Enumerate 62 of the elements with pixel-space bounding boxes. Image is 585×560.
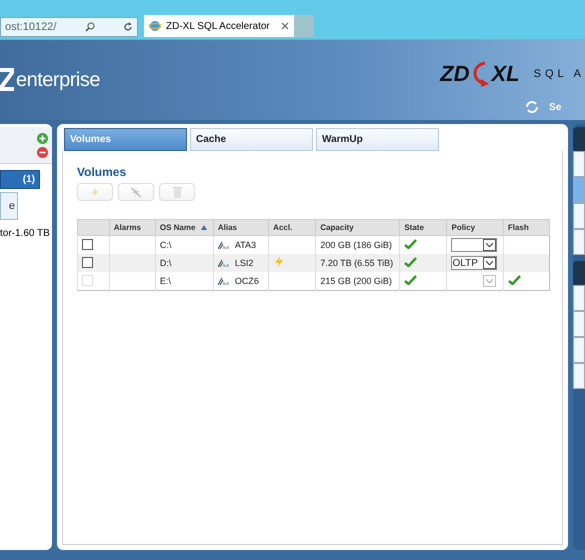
list-item[interactable] — [573, 285, 585, 311]
tab[interactable]: Cache — [190, 128, 313, 151]
check-icon — [508, 275, 521, 285]
disk-icon — [218, 277, 230, 285]
policy-dropdown[interactable]: OLTP — [451, 256, 498, 270]
table-cell: 215 GB (200 GiB) — [320, 276, 392, 286]
product-name: SQL A — [534, 68, 585, 80]
disk-icon — [218, 241, 230, 249]
brand-logo: enterprise — [0, 67, 100, 93]
column-header[interactable]: Capacity — [316, 220, 400, 236]
check-icon — [404, 257, 418, 267]
disk-icon — [218, 259, 230, 267]
crossed-lightning-icon — [130, 186, 142, 198]
table-cell: C:\ — [160, 240, 172, 250]
remove-icon[interactable] — [37, 146, 48, 158]
table-cell: ATA3 — [234, 240, 256, 250]
column-header[interactable]: Flash — [503, 220, 550, 236]
tab[interactable]: WarmUp — [316, 128, 439, 151]
list-item[interactable] — [573, 151, 585, 177]
table-cell: LSI2 — [234, 258, 254, 268]
list-item[interactable] — [573, 311, 585, 337]
section-heading: Volumes — [77, 165, 128, 179]
row-checkbox[interactable] — [82, 256, 93, 268]
address-field[interactable]: ost:10122/ — [0, 17, 138, 37]
caret-icon — [486, 243, 494, 247]
panel-header — [573, 261, 585, 285]
row-checkbox[interactable] — [82, 238, 93, 250]
device-tile[interactable]: e — [0, 192, 18, 220]
policy-dropdown[interactable] — [451, 238, 498, 252]
column-header[interactable]: OS Name — [155, 220, 214, 236]
refresh-icon[interactable] — [123, 22, 133, 32]
browser-tab[interactable]: ZD-XL SQL Accelerator — [144, 15, 294, 37]
table-cell: 200 GB (186 GiB) — [320, 240, 392, 250]
list-item[interactable] — [573, 229, 585, 255]
panel-header — [573, 127, 585, 151]
column-header[interactable]: Accl. — [268, 220, 316, 236]
globe-icon — [149, 20, 161, 32]
sort-icon[interactable] — [201, 225, 208, 230]
list-item[interactable] — [573, 337, 585, 363]
check-icon — [404, 239, 418, 249]
lightning-icon — [90, 186, 100, 198]
table-cell: OCZ6 — [234, 276, 259, 286]
list-item[interactable] — [573, 203, 585, 229]
caret-icon — [486, 279, 494, 283]
column-header[interactable]: Policy — [446, 220, 504, 236]
product-logo: ZD XL — [440, 61, 520, 87]
table-cell: 7.20 TB (6.55 TiB) — [320, 258, 394, 268]
caret-icon — [486, 261, 494, 265]
column-header[interactable]: Alarms — [109, 220, 156, 236]
group-bar[interactable]: (1) — [0, 170, 40, 189]
close-icon[interactable] — [281, 22, 289, 30]
column-header[interactable]: State — [400, 220, 447, 236]
search-icon[interactable] — [84, 22, 95, 32]
column-header[interactable]: Alias — [213, 220, 269, 236]
list-item[interactable] — [573, 363, 585, 389]
trash-icon — [172, 186, 182, 198]
lightning-icon — [273, 256, 286, 268]
add-icon[interactable] — [37, 132, 48, 144]
device-caption: tor-1.60 TB — [0, 228, 51, 239]
check-icon — [404, 275, 418, 285]
table-cell: E:\ — [160, 276, 171, 286]
table-cell: D:\ — [160, 258, 172, 268]
